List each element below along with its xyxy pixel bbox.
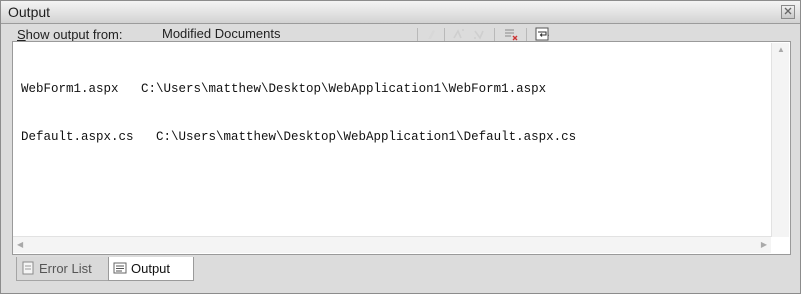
toolbar-separator xyxy=(494,28,495,41)
title-bar[interactable]: Output xyxy=(1,1,800,24)
horizontal-scrollbar[interactable]: ◀ ▶ xyxy=(13,236,771,253)
scroll-left-icon[interactable]: ◀ xyxy=(17,240,23,249)
show-output-label: Show output from: xyxy=(17,27,123,42)
close-icon xyxy=(784,7,792,15)
toolbar-separator xyxy=(444,28,445,41)
scroll-up-icon[interactable]: ▲ xyxy=(777,45,785,54)
toolbar-separator xyxy=(417,28,418,41)
tool-window-tabs: Error List Output xyxy=(12,255,789,285)
tab-label: Error List xyxy=(39,261,92,276)
toolbar-separator xyxy=(526,28,527,41)
clear-all-icon[interactable] xyxy=(504,27,518,41)
find-next-icon[interactable] xyxy=(472,27,486,41)
tab-output[interactable]: Output xyxy=(108,257,194,281)
output-source-value: Modified Documents xyxy=(162,26,281,41)
vertical-scrollbar[interactable]: ▲ xyxy=(771,43,789,237)
word-wrap-icon[interactable] xyxy=(535,27,549,41)
output-line: Default.aspx.cs C:\Users\matthew\Desktop… xyxy=(21,130,577,144)
output-line: WebForm1.aspx C:\Users\matthew\Desktop\W… xyxy=(21,82,547,96)
go-to-location-icon[interactable] xyxy=(425,27,439,41)
tab-label: Output xyxy=(131,261,171,276)
output-log[interactable]: WebForm1.aspx C:\Users\matthew\Desktop\W… xyxy=(21,49,761,177)
close-button[interactable] xyxy=(781,5,795,19)
window-title: Output xyxy=(8,4,51,20)
find-previous-icon[interactable] xyxy=(452,27,466,41)
error-list-icon xyxy=(22,261,34,275)
tab-error-list[interactable]: Error List xyxy=(16,257,110,281)
output-icon xyxy=(113,262,127,274)
output-window: Output Show output from: Modified Docume… xyxy=(0,0,801,294)
scroll-right-icon[interactable]: ▶ xyxy=(761,240,767,249)
